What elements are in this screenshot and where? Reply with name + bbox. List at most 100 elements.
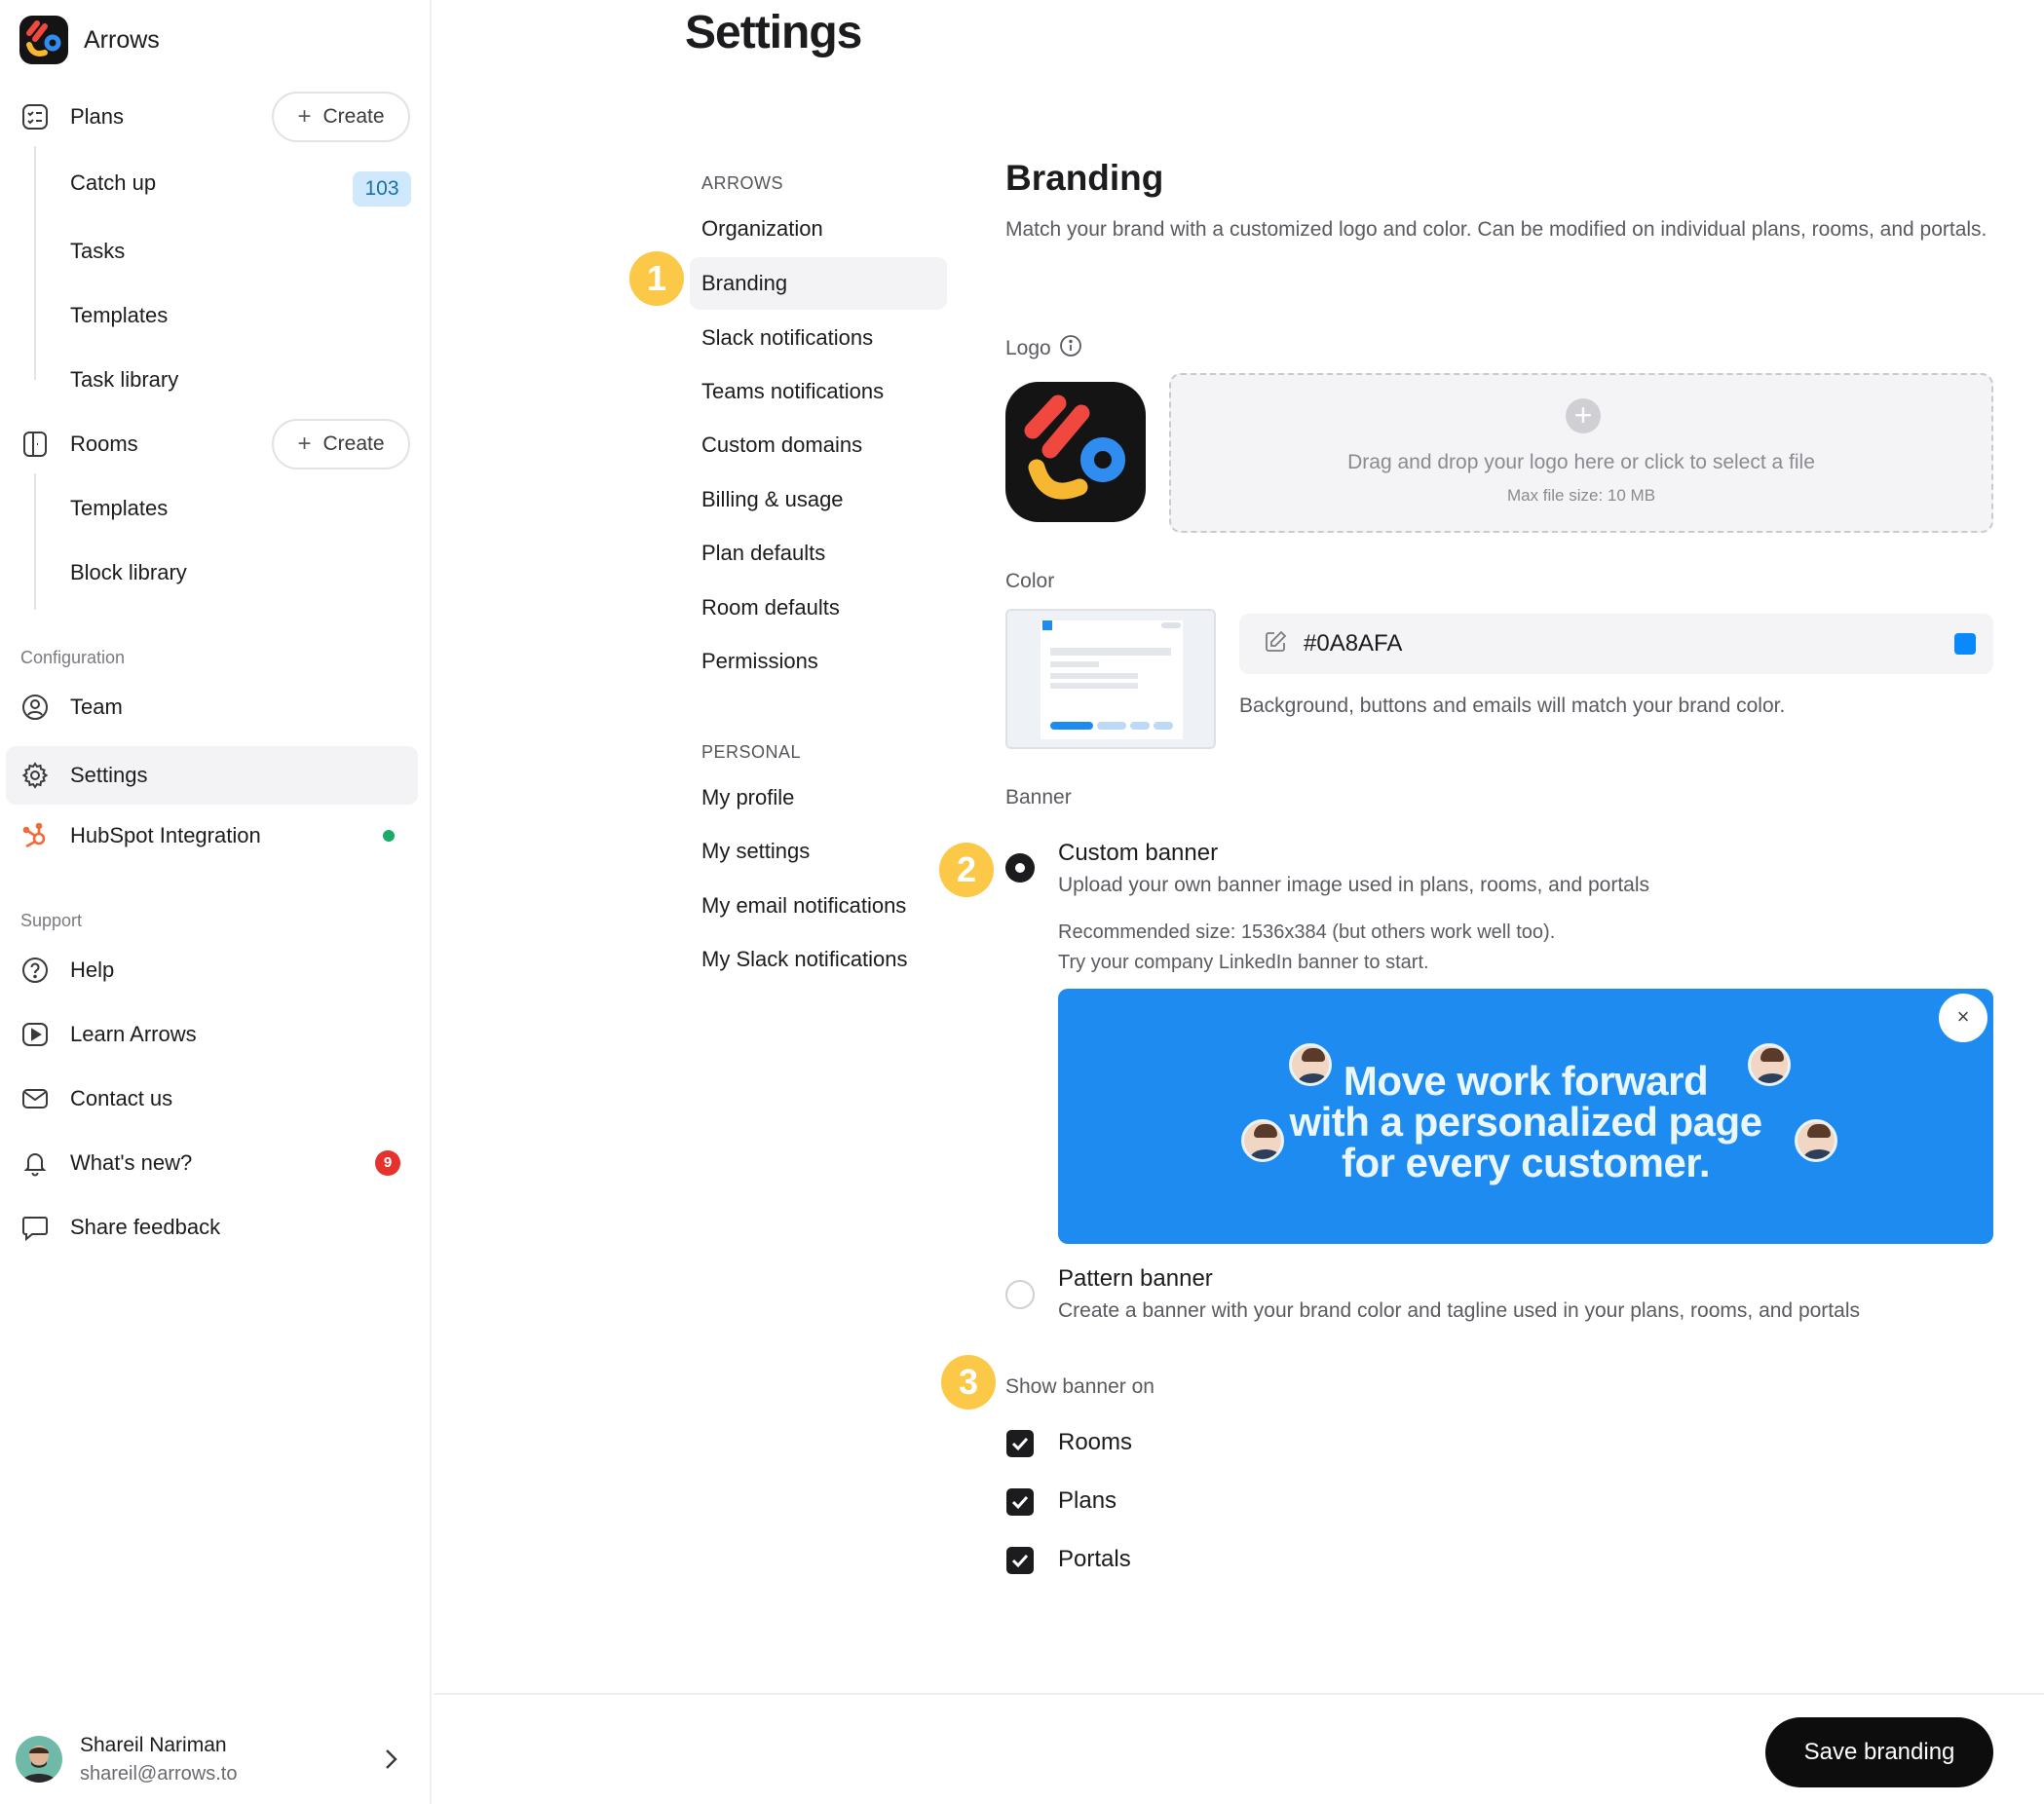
settings-nav-billing-usage[interactable]: Billing & usage: [690, 473, 947, 526]
settings-nav-custom-domains[interactable]: Custom domains: [690, 419, 947, 471]
dropzone-subtext: Max file size: 10 MB: [1506, 486, 1656, 505]
logo-label: Logo: [1005, 334, 1082, 363]
remove-banner-button[interactable]: ×: [1939, 994, 1987, 1042]
checkbox-portals[interactable]: [1006, 1547, 1034, 1574]
sidebar-item-label: Rooms: [70, 432, 138, 456]
color-help-text: Background, buttons and emails will matc…: [1239, 695, 1786, 717]
sidebar-item-help[interactable]: Help: [19, 945, 410, 996]
sidebar-item-label: Team: [70, 695, 123, 719]
create-plan-button[interactable]: + Create: [272, 92, 410, 142]
sidebar-item-label: Settings: [70, 763, 148, 787]
sidebar-item-contact-us[interactable]: Contact us: [19, 1073, 410, 1124]
sidebar-item-learn-arrows[interactable]: Learn Arrows: [19, 1009, 410, 1060]
user-menu[interactable]: Shareil Nariman shareil@arrows.to: [16, 1730, 410, 1788]
notification-badge: 9: [375, 1150, 400, 1176]
pattern-banner-title: Pattern banner: [1058, 1265, 1213, 1292]
sidebar-item-share-feedback[interactable]: Share feedback: [19, 1202, 410, 1253]
color-swatch[interactable]: [1954, 633, 1976, 655]
settings-nav-teams-notifications[interactable]: Teams notifications: [690, 365, 947, 418]
sidebar: Arrows Plans + Create Catch up 103 Tasks…: [0, 0, 432, 1804]
custom-banner-desc: Upload your own banner image used in pla…: [1058, 874, 1650, 896]
settings-nav-my-email-notifications[interactable]: My email notifications: [690, 880, 947, 932]
sidebar-item-label: Learn Arrows: [70, 1022, 197, 1046]
checkbox-label-plans: Plans: [1058, 1487, 1117, 1514]
plus-icon: +: [297, 103, 312, 130]
banner-label: Banner: [1005, 786, 1072, 808]
user-email: shareil@arrows.to: [80, 1762, 238, 1785]
settings-nav-room-defaults[interactable]: Room defaults: [690, 582, 947, 634]
checklist-icon: [19, 101, 51, 132]
section-label-configuration: Configuration: [20, 648, 126, 667]
brand-color-input[interactable]: #0A8AFA: [1239, 614, 1993, 674]
sidebar-item-label: Share feedback: [70, 1215, 221, 1239]
pattern-banner-radio[interactable]: [1005, 1280, 1035, 1309]
app-name: Arrows: [84, 25, 160, 54]
settings-nav-my-profile[interactable]: My profile: [690, 771, 947, 824]
settings-nav-branding[interactable]: Branding: [690, 257, 947, 310]
sidebar-item-plan-templates[interactable]: Templates: [70, 296, 168, 335]
sidebar-item-label: HubSpot Integration: [70, 823, 261, 847]
section-title: Branding: [1005, 158, 1164, 198]
sidebar-item-hubspot[interactable]: HubSpot Integration: [19, 810, 410, 861]
plus-icon: +: [297, 431, 312, 457]
color-label: Color: [1005, 570, 1055, 592]
brand[interactable]: Arrows: [19, 16, 160, 64]
settings-nav-permissions[interactable]: Permissions: [690, 635, 947, 688]
pattern-banner-desc: Create a banner with your brand color an…: [1058, 1299, 1860, 1322]
section-description: Match your brand with a customized logo …: [1005, 218, 1987, 241]
bell-icon: [19, 1147, 51, 1179]
custom-banner-title: Custom banner: [1058, 840, 1219, 866]
color-hex-value: #0A8AFA: [1304, 630, 1403, 657]
sidebar-item-label: What's new?: [70, 1150, 193, 1175]
create-room-button[interactable]: + Create: [272, 419, 410, 470]
sidebar-item-label: Plans: [70, 104, 125, 129]
step-marker-3: 3: [941, 1355, 996, 1409]
checkbox-rooms[interactable]: [1006, 1430, 1034, 1457]
page-title: Settings: [685, 7, 862, 58]
settings-nav-heading-personal: PERSONAL: [701, 742, 802, 762]
edit-icon: [1263, 629, 1288, 659]
step-marker-2: 2: [939, 843, 994, 897]
sidebar-item-tasks[interactable]: Tasks: [70, 232, 125, 271]
custom-banner-note: Recommended size: 1536x384 (but others w…: [1058, 921, 1556, 973]
checkbox-plans[interactable]: [1006, 1488, 1034, 1516]
settings-nav-plan-defaults[interactable]: Plan defaults: [690, 527, 947, 580]
settings-nav-organization[interactable]: Organization: [690, 203, 947, 255]
section-label-support: Support: [20, 911, 83, 930]
door-icon: [19, 429, 51, 460]
dropzone-text: Drag and drop your logo here or click to…: [1347, 451, 1815, 473]
sidebar-item-block-library[interactable]: Block library: [70, 553, 187, 592]
current-logo: [1005, 382, 1146, 522]
save-branding-button[interactable]: Save branding: [1765, 1717, 1993, 1787]
sidebar-item-room-templates[interactable]: Templates: [70, 489, 168, 528]
user-circle-icon: [19, 692, 51, 723]
avatar: [16, 1736, 62, 1783]
banner-image: Move work forward with a personalized pa…: [1058, 989, 1993, 1244]
sidebar-item-rooms[interactable]: Rooms + Create: [19, 419, 410, 470]
sidebar-item-whats-new[interactable]: What's new? 9: [19, 1138, 410, 1188]
sidebar-item-plans[interactable]: Plans + Create: [19, 92, 410, 142]
step-marker-1: 1: [629, 251, 684, 306]
question-icon: [19, 955, 51, 986]
logo-dropzone[interactable]: + Drag and drop your logo here or click …: [1169, 373, 1993, 533]
tree-line: [34, 473, 36, 610]
settings-nav-slack-notifications[interactable]: Slack notifications: [690, 312, 947, 364]
chevron-right-icon: [379, 1746, 402, 1778]
count-badge: 103: [353, 171, 411, 207]
info-icon[interactable]: [1059, 334, 1082, 363]
settings-nav-my-slack-notifications[interactable]: My Slack notifications: [690, 933, 947, 986]
user-name: Shareil Nariman: [80, 1733, 227, 1756]
custom-banner-radio[interactable]: [1005, 853, 1035, 883]
sidebar-item-catch-up[interactable]: Catch up 103: [70, 164, 411, 207]
sidebar-item-label: Help: [70, 958, 115, 982]
play-icon: [19, 1019, 51, 1050]
sidebar-item-settings[interactable]: Settings: [6, 746, 418, 805]
show-banner-label: Show banner on: [1005, 1375, 1154, 1398]
settings-nav-heading-arrows: ARROWS: [701, 173, 783, 193]
hubspot-icon: [19, 820, 51, 851]
sidebar-item-task-library[interactable]: Task library: [70, 360, 178, 399]
sidebar-item-team[interactable]: Team: [19, 682, 410, 733]
settings-nav-my-settings[interactable]: My settings: [690, 825, 947, 878]
user-info: Shareil Nariman shareil@arrows.to: [80, 1734, 237, 1785]
mail-icon: [19, 1083, 51, 1114]
